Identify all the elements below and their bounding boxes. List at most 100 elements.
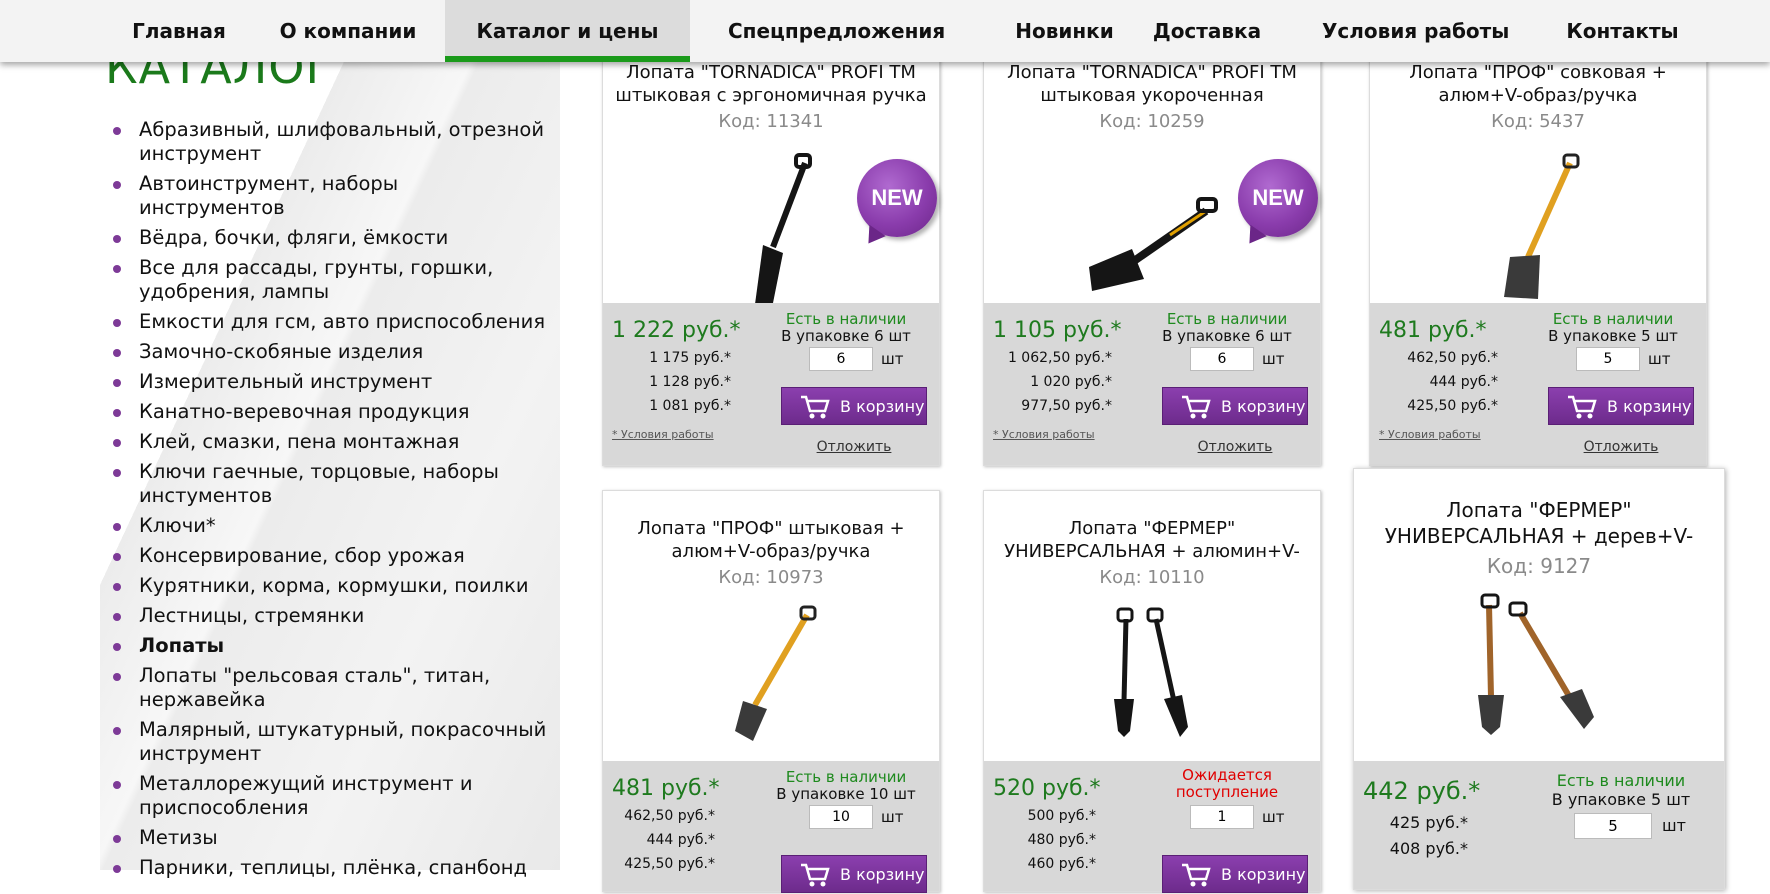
category-item[interactable]: Металлорежущий инструмент и приспособлен…: [108, 772, 548, 820]
bullet-icon: [113, 127, 121, 135]
category-item[interactable]: Ключи*: [108, 514, 548, 538]
cart-icon: [801, 395, 830, 419]
product-card-highlighted: Лопата "ФЕРМЕР" УНИВЕРСАЛЬНАЯ + дерев+V-…: [1353, 468, 1725, 890]
product-card: Лопата "ПРОФ" штыковая + алюм+V-образ/ру…: [602, 490, 940, 893]
product-name[interactable]: Лопата "ФЕРМЕР" УНИВЕРСАЛЬНАЯ + дерев+V-: [1364, 497, 1714, 549]
cart-icon: [1182, 863, 1211, 887]
add-to-cart-button[interactable]: В корзину: [1162, 855, 1308, 893]
nav-item-home[interactable]: Главная: [120, 0, 238, 62]
category-item[interactable]: Лопаты "рельсовая сталь", титан, нержаве…: [108, 664, 548, 712]
bullet-icon: [113, 613, 121, 621]
quantity-input[interactable]: [1574, 813, 1652, 839]
product-code: Код: 10259: [1099, 111, 1205, 132]
category-item[interactable]: Консервирование, сбор урожая: [108, 544, 548, 568]
product-price: 442 руб.*: [1363, 777, 1481, 805]
bullet-icon: [113, 865, 121, 873]
nav-item-special-offers[interactable]: Спецпредложения: [728, 0, 945, 62]
bullet-icon: [113, 265, 121, 273]
quantity-input[interactable]: [809, 805, 873, 829]
nav-item-contacts[interactable]: Контакты: [1565, 0, 1680, 62]
category-item[interactable]: Все для рассады, грунты, горшки, удобрен…: [108, 256, 548, 304]
category-item[interactable]: Измерительный инструмент: [108, 370, 548, 394]
bullet-icon: [113, 349, 121, 357]
tier-price: 480 руб.*: [1027, 832, 1096, 848]
nav-item-catalog[interactable]: Каталог и цены: [445, 0, 690, 62]
product-code: Код: 11341: [718, 111, 824, 132]
product-card: Лопата "ПРОФ" совковая + алюм+V-образ/ру…: [1369, 38, 1707, 466]
category-item[interactable]: Клей, смазки, пена монтажная: [108, 430, 548, 454]
pack-size: В упаковке 6 шт: [1162, 327, 1292, 345]
product-name[interactable]: Лопата "ПРОФ" штыковая + алюм+V-образ/ру…: [613, 517, 929, 563]
category-item[interactable]: Замочно-скобяные изделия: [108, 340, 548, 364]
bullet-icon: [113, 673, 121, 681]
product-panel: 520 руб.* 500 руб.* 480 руб.* 460 руб.* …: [984, 761, 1320, 893]
terms-link[interactable]: * Условия работы: [612, 428, 714, 441]
tier-price: 977,50 руб.*: [1021, 398, 1112, 414]
add-to-cart-label: В корзину: [1221, 865, 1306, 884]
tier-price: 425 руб.*: [1389, 813, 1468, 832]
add-to-cart-button[interactable]: В корзину: [1548, 387, 1694, 425]
add-to-cart-button[interactable]: В корзину: [1162, 387, 1308, 425]
category-item[interactable]: Ключи гаечные, торцовые, наборы инстумен…: [108, 460, 548, 508]
product-name[interactable]: Лопата "TORNADICA" PROFI TM штыковая уко…: [994, 61, 1310, 107]
pack-size: В упаковке 10 шт: [776, 785, 916, 803]
category-item[interactable]: Емкости для гсм, авто приспособления: [108, 310, 548, 334]
quantity-input[interactable]: [1190, 805, 1254, 829]
stock-info: Есть в наличии В упаковке 6 шт: [761, 311, 931, 345]
bullet-icon: [113, 643, 121, 651]
bullet-icon: [113, 781, 121, 789]
product-image[interactable]: [603, 601, 939, 751]
category-item[interactable]: Метизы: [108, 826, 548, 850]
category-item[interactable]: Малярный, штукатурный, покрасочный инстр…: [108, 718, 548, 766]
category-item-current[interactable]: Лопаты: [108, 634, 548, 658]
bullet-icon: [113, 235, 121, 243]
tier-price: 1 175 руб.*: [649, 350, 731, 366]
nav-item-delivery[interactable]: Доставка: [1152, 0, 1262, 62]
category-item[interactable]: Автоинструмент, наборы инструментов: [108, 172, 548, 220]
tier-price: 1 020 руб.*: [1030, 374, 1112, 390]
category-item[interactable]: Лестницы, стремянки: [108, 604, 548, 628]
terms-link[interactable]: * Условия работы: [993, 428, 1095, 441]
terms-link[interactable]: * Условия работы: [1379, 428, 1481, 441]
new-badge: NEW: [857, 159, 937, 237]
product-price: 1 222 руб.*: [612, 318, 741, 343]
quantity-input[interactable]: [1190, 347, 1254, 371]
product-code: Код: 10973: [718, 567, 824, 588]
stock-status: Есть в наличии: [1556, 771, 1686, 790]
postpone-link[interactable]: Отложить: [1162, 439, 1308, 455]
stock-status: Есть в наличии: [1166, 310, 1288, 328]
product-name[interactable]: Лопата "ФЕРМЕР" УНИВЕРСАЛЬНАЯ + алюмин+V…: [994, 517, 1310, 563]
product-image[interactable]: [1354, 589, 1724, 749]
product-image[interactable]: [984, 601, 1320, 751]
product-name[interactable]: Лопата "ПРОФ" совковая + алюм+V-образ/ру…: [1380, 61, 1696, 107]
tier-price: 444 руб.*: [646, 832, 715, 848]
add-to-cart-label: В корзину: [1221, 397, 1306, 416]
category-list: Абразивный, шлифовальный, отрезной инстр…: [108, 118, 548, 886]
postpone-link[interactable]: Отложить: [1548, 439, 1694, 455]
tier-price: 462,50 руб.*: [1407, 350, 1498, 366]
product-card: Лопата "TORNADICA" PROFI TM штыковая с э…: [602, 38, 940, 466]
bullet-icon: [113, 553, 121, 561]
pack-size: В упаковке 5 шт: [1548, 327, 1678, 345]
nav-item-terms[interactable]: Условия работы: [1322, 0, 1509, 62]
stock-info: Ожидается поступление: [1142, 767, 1312, 801]
quantity-input[interactable]: [809, 347, 873, 371]
top-navigation: Главная О компании Каталог и цены Спецпр…: [0, 0, 1770, 62]
nav-item-about[interactable]: О компании: [268, 0, 428, 62]
category-item[interactable]: Курятники, корма, кормушки, поилки: [108, 574, 548, 598]
tier-price: 425,50 руб.*: [624, 856, 715, 872]
product-price: 520 руб.*: [993, 776, 1101, 801]
quantity-input[interactable]: [1576, 347, 1640, 371]
add-to-cart-button[interactable]: В корзину: [781, 387, 927, 425]
stock-info: Есть в наличии В упаковке 6 шт: [1142, 311, 1312, 345]
category-item[interactable]: Канатно-веревочная продукция: [108, 400, 548, 424]
product-panel: 481 руб.* 462,50 руб.* 444 руб.* 425,50 …: [1370, 303, 1706, 465]
product-name[interactable]: Лопата "TORNADICA" PROFI TM штыковая с э…: [613, 61, 929, 107]
category-item[interactable]: Абразивный, шлифовальный, отрезной инстр…: [108, 118, 548, 166]
product-card: Лопата "TORNADICA" PROFI TM штыковая уко…: [983, 38, 1321, 466]
postpone-link[interactable]: Отложить: [781, 439, 927, 455]
tier-price: 1 081 руб.*: [649, 398, 731, 414]
nav-item-new[interactable]: Новинки: [1002, 0, 1127, 62]
add-to-cart-button[interactable]: В корзину: [781, 855, 927, 893]
category-item[interactable]: Вёдра, бочки, фляги, ёмкости: [108, 226, 548, 250]
